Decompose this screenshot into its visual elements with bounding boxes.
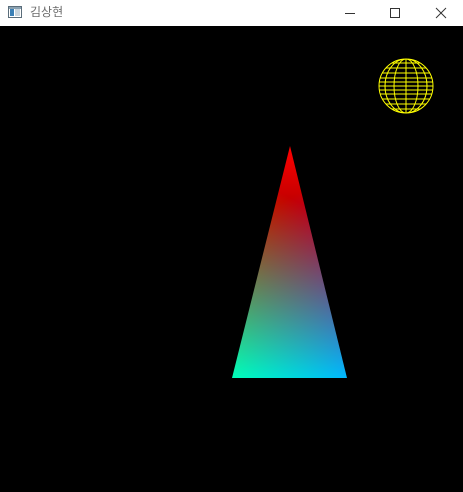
maximize-button[interactable] xyxy=(372,0,418,26)
color-triangle xyxy=(232,146,347,378)
minimize-button[interactable] xyxy=(327,0,373,26)
minimize-icon xyxy=(345,13,355,14)
wireframe-sphere xyxy=(378,58,434,114)
scene-svg xyxy=(232,58,434,378)
app-icon xyxy=(8,6,22,18)
title-bar[interactable]: 김상현 xyxy=(0,0,463,26)
render-canvas[interactable] xyxy=(0,26,463,492)
close-icon xyxy=(435,7,447,19)
app-window: 김상현 xyxy=(0,0,463,492)
close-button[interactable] xyxy=(418,0,463,26)
window-title: 김상현 xyxy=(30,5,64,19)
maximize-icon xyxy=(390,8,400,18)
